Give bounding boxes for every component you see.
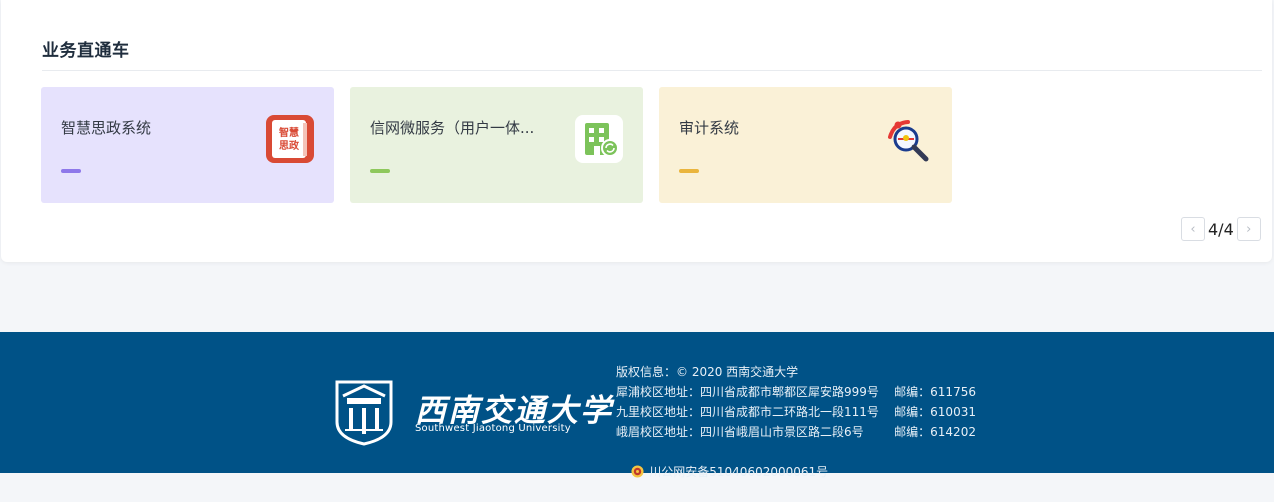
- copyright-text: 版权信息：© 2020 西南交通大学: [616, 365, 799, 379]
- card-accent-bar: [370, 169, 390, 173]
- card-network-service[interactable]: 信网微服务（用户一体...: [350, 87, 643, 203]
- card-title: 信网微服务（用户一体...: [370, 119, 535, 137]
- smart-politics-app-icon: 智慧 思政: [266, 115, 314, 163]
- university-emblem-icon: [335, 380, 393, 446]
- card-accent-bar: [61, 169, 81, 173]
- card-accent-bar: [679, 169, 699, 173]
- prev-page-button[interactable]: ‹: [1181, 217, 1205, 241]
- building-refresh-app-icon: [575, 115, 623, 163]
- chevron-left-icon: ‹: [1190, 221, 1196, 237]
- section-title: 业务直通车: [42, 41, 130, 61]
- business-panel: 业务直通车 智慧思政系统 智慧 思政 信网微服务（用户一体... 审计系统 ‹ …: [1, 0, 1272, 262]
- card-title: 智慧思政系统: [61, 119, 152, 137]
- campus-address-emei: 峨眉校区地址：四川省峨眉山市景区路二段6号 邮编：614202: [616, 425, 976, 439]
- footer-info: 版权信息：© 2020 西南交通大学 犀浦校区地址：四川省成都市郫都区犀安路99…: [616, 362, 976, 502]
- card-audit-system[interactable]: 审计系统: [659, 87, 952, 203]
- card-title: 审计系统: [679, 119, 740, 137]
- chevron-right-icon: ›: [1246, 221, 1252, 237]
- campus-address-xipu: 犀浦校区地址：四川省成都市郫都区犀安路999号 邮编：611756: [616, 385, 976, 399]
- icon-text-line2: 思政: [279, 139, 300, 152]
- page-indicator: 4/4: [1208, 219, 1234, 239]
- section-divider: [42, 70, 1262, 71]
- pagination: ‹ 4/4 ›: [1181, 217, 1261, 241]
- campus-address-jiuli: 九里校区地址：四川省成都市二环路北一段111号 邮编：610031: [616, 405, 976, 419]
- icp-record[interactable]: 川公网安备51040602000061号: [616, 442, 976, 502]
- audit-magnifier-icon: [888, 120, 929, 162]
- icp-record-text: 川公网安备51040602000061号: [649, 465, 829, 479]
- icon-text-line1: 智慧: [279, 126, 299, 139]
- card-smart-politics[interactable]: 智慧思政系统 智慧 思政: [41, 87, 334, 203]
- next-page-button[interactable]: ›: [1236, 217, 1261, 241]
- police-badge-icon: [631, 465, 644, 478]
- university-name-en: Southwest Jiaotong University: [415, 423, 571, 434]
